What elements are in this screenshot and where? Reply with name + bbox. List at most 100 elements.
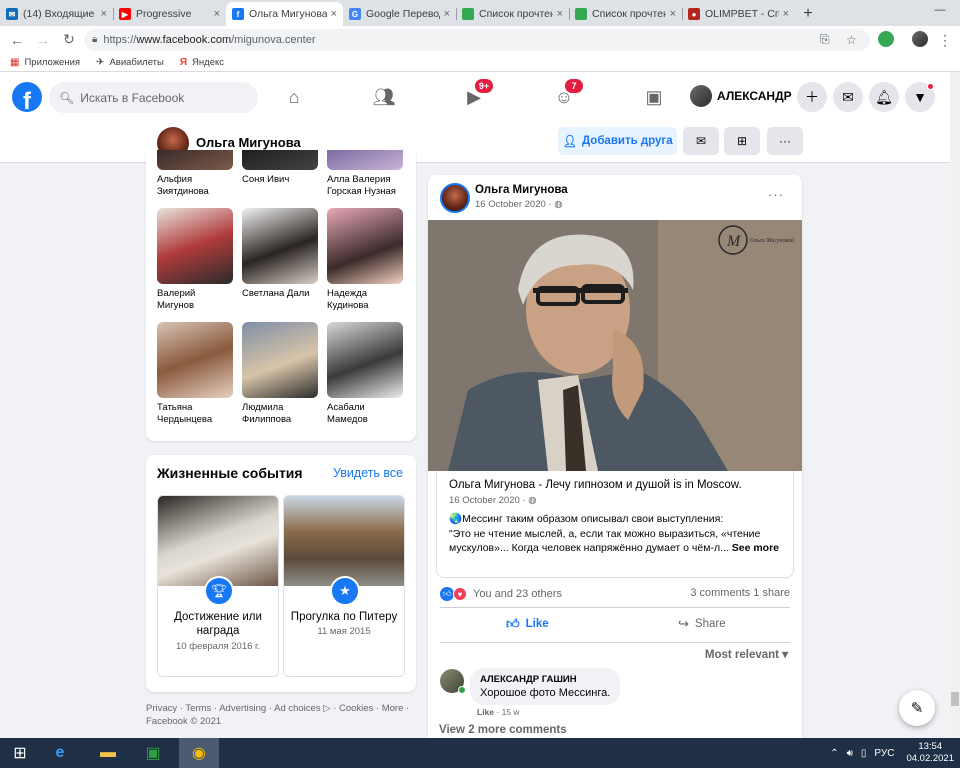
back-button[interactable]: ← xyxy=(4,28,30,52)
friend-photo[interactable] xyxy=(242,322,318,398)
watch-icon[interactable]: ▶ 9+ xyxy=(461,79,493,110)
friend-photo[interactable] xyxy=(327,208,403,284)
friend-tile[interactable]: Соня Ивич xyxy=(242,150,318,186)
friend-name[interactable]: Татьяна Чердынцева xyxy=(157,402,233,426)
like-button[interactable]: 👍︎ Like xyxy=(506,616,549,632)
tab-close-icon[interactable]: × xyxy=(783,8,789,20)
friends-icon[interactable]: 👥︎ xyxy=(371,84,397,110)
comment-sort-dropdown[interactable]: Most relevant ▾ xyxy=(705,647,788,661)
life-event-card[interactable]: 🏆︎ Достижение или награда 10 февраля 201… xyxy=(157,495,279,677)
friend-tile[interactable]: Людмила Филиппова xyxy=(242,322,318,426)
taskbar-clock[interactable]: 13:54 04.02.2021 xyxy=(906,741,954,765)
friend-tile[interactable]: Надежда Кудинова xyxy=(327,208,403,312)
browser-tab[interactable]: ✉ (14) Входящие - × xyxy=(0,2,113,26)
translate-icon[interactable]: ⎘ xyxy=(820,32,830,47)
scrollbar-thumb[interactable] xyxy=(951,692,959,706)
extension-shield-icon[interactable] xyxy=(878,31,894,47)
friend-tile[interactable]: Валерий Мигунов xyxy=(157,208,233,312)
volume-icon[interactable]: 🔊︎ xyxy=(847,748,853,759)
comment-like-link[interactable]: Like xyxy=(477,707,494,717)
messenger-icon[interactable]: ✉ xyxy=(833,82,863,112)
keyboard-language[interactable]: РУС xyxy=(874,748,894,759)
friend-name[interactable]: Альфия Зиятдинова xyxy=(157,174,233,198)
facebook-search-input[interactable]: 🔍︎ Искать в Facebook xyxy=(49,82,258,113)
friend-photo[interactable] xyxy=(327,322,403,398)
friend-name[interactable]: Алла Валерия Горская Нузная xyxy=(327,174,403,198)
bookmark-apps[interactable]: ▦ Приложения xyxy=(10,57,80,68)
internet-explorer-icon[interactable]: e xyxy=(40,738,80,768)
friend-name[interactable]: Людмила Филиппова xyxy=(242,402,318,426)
create-plus-icon[interactable]: ＋ xyxy=(797,82,827,112)
friend-tile[interactable]: Альфия Зиятдинова xyxy=(157,150,233,198)
bookmark-yandex[interactable]: Я Яндекс xyxy=(180,57,224,68)
post-photo[interactable]: M Ольги Мигуновой xyxy=(428,220,802,471)
comments-shares-count[interactable]: 3 comments 1 share xyxy=(690,587,790,599)
friend-tile[interactable]: Татьяна Чердынцева xyxy=(157,322,233,426)
see-more-link[interactable]: See more xyxy=(732,542,779,554)
windows-start-icon[interactable]: ⊞ xyxy=(0,738,40,768)
header-profile-link[interactable]: АЛЕКСАНДР xyxy=(690,85,792,107)
facebook-logo-icon[interactable]: f xyxy=(12,82,42,112)
friend-photo[interactable] xyxy=(242,208,318,284)
browser-menu-icon[interactable]: ⋮ xyxy=(932,28,958,52)
share-button[interactable]: ↪ Share xyxy=(678,616,726,632)
follow-button[interactable]: ⊞ xyxy=(724,127,760,155)
tab-close-icon[interactable]: × xyxy=(101,8,107,20)
friend-tile[interactable]: Асабали Мамедов xyxy=(327,322,403,426)
friend-name[interactable]: Светлана Дали xyxy=(242,288,318,300)
friend-photo[interactable] xyxy=(157,208,233,284)
shared-post-title[interactable]: Ольга Мигунова - Лечу гипнозом и душой i… xyxy=(449,479,742,491)
post-more-options-icon[interactable]: ··· xyxy=(768,187,784,202)
bookmark-flights[interactable]: ✈ Авиабилеты xyxy=(96,57,164,68)
reload-button[interactable]: ↻ xyxy=(56,28,82,52)
more-options-button[interactable]: ··· xyxy=(767,127,803,155)
friend-name[interactable]: Асабали Мамедов xyxy=(327,402,403,426)
tab-close-icon[interactable]: × xyxy=(444,8,450,20)
view-more-comments-link[interactable]: View 2 more comments xyxy=(439,724,567,736)
gaming-icon[interactable]: ▣ xyxy=(641,84,667,110)
post-author-avatar[interactable] xyxy=(440,183,470,213)
chrome-icon[interactable]: ◉ xyxy=(179,738,219,768)
file-explorer-icon[interactable]: ▬ xyxy=(88,738,128,768)
bookmark-star-icon[interactable]: ☆ xyxy=(846,33,857,47)
page-scrollbar[interactable] xyxy=(950,72,960,738)
browser-tab[interactable]: G Google Переводч × xyxy=(343,2,456,26)
add-friend-button[interactable]: 👤︎ Добавить друга xyxy=(558,127,677,155)
notifications-bell-icon[interactable]: 🔔︎ xyxy=(869,82,899,112)
tab-close-icon[interactable]: × xyxy=(670,8,676,20)
message-button[interactable]: ✉ xyxy=(683,127,719,155)
store-icon[interactable]: ▣ xyxy=(133,738,173,768)
friend-name[interactable]: Соня Ивич xyxy=(242,174,318,186)
friend-tile[interactable]: Алла Валерия Горская Нузная xyxy=(327,150,403,198)
friend-photo[interactable] xyxy=(157,322,233,398)
friend-photo[interactable] xyxy=(327,150,403,170)
post-date[interactable]: 16 October 2020 · ◍ xyxy=(475,199,563,210)
life-events-see-all-link[interactable]: Увидеть все xyxy=(333,466,403,480)
life-event-card[interactable]: ★ Прогулка по Питеру 11 мая 2015 xyxy=(283,495,405,677)
browser-tab[interactable]: f Ольга Мигунова × xyxy=(226,2,343,26)
groups-icon[interactable]: ☺ 7 xyxy=(551,79,583,110)
shared-post-preview[interactable]: Ольга Мигунова - Лечу гипнозом и душой i… xyxy=(436,471,794,578)
tray-chevron-up-icon[interactable]: ⌃ xyxy=(830,748,838,759)
comment-author-name[interactable]: АЛЕКСАНДР ГАШИН xyxy=(480,674,610,685)
tab-close-icon[interactable]: × xyxy=(214,8,220,20)
browser-tab[interactable]: Список прочтени × xyxy=(569,2,682,26)
friend-photo[interactable] xyxy=(157,150,233,170)
profile-name[interactable]: Ольга Мигунова xyxy=(196,135,301,150)
profile-avatar-icon[interactable] xyxy=(912,31,928,47)
tab-close-icon[interactable]: × xyxy=(331,8,337,20)
forward-button[interactable]: → xyxy=(30,28,56,52)
footer-links[interactable]: Privacy · Terms · Advertising · Ad choic… xyxy=(146,702,416,715)
post-author-name[interactable]: Ольга Мигунова xyxy=(475,184,568,196)
new-tab-button[interactable]: + xyxy=(795,2,821,26)
home-icon[interactable]: ⌂ xyxy=(281,84,307,110)
address-bar[interactable]: 🔒︎ https://www.facebook.com/migunova.cen… xyxy=(84,28,870,51)
friend-photo[interactable] xyxy=(242,150,318,170)
friend-tile[interactable]: Светлана Дали xyxy=(242,208,318,300)
reactions-count[interactable]: You and 23 others xyxy=(473,588,562,600)
browser-tab[interactable]: ● OLIMPBET - Спо × xyxy=(682,2,795,26)
new-message-compose-icon[interactable]: ✎ xyxy=(899,690,935,726)
friend-name[interactable]: Надежда Кудинова xyxy=(327,288,403,312)
account-chevron-down-icon[interactable]: ▼ xyxy=(905,82,935,112)
network-icon[interactable]: ▯ xyxy=(861,748,867,759)
